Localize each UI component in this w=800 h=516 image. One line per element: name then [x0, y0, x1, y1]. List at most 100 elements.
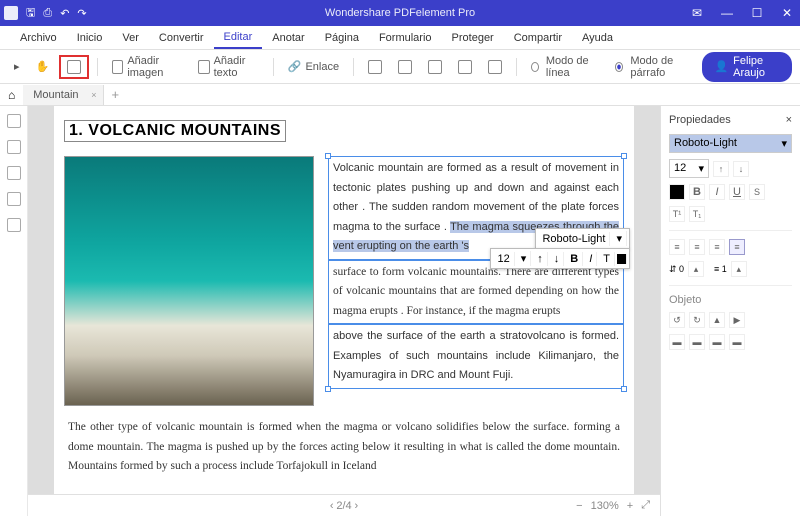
titlebar: 🖫 ⎙ ↶ ↷ Wondershare PDFelement Pro ✉ — ☐…	[0, 0, 800, 26]
bold-button[interactable]: B	[689, 184, 705, 200]
tool-icon-5[interactable]	[482, 57, 508, 77]
align-center-icon[interactable]: ≡	[689, 239, 705, 255]
align-left-icon[interactable]: ≡	[669, 239, 685, 255]
italic-icon[interactable]: I	[585, 252, 597, 266]
underline-button[interactable]: U	[729, 184, 745, 200]
user-button[interactable]: 👤Felipe Araujo	[702, 52, 792, 82]
lineheight-stepper[interactable]: ▴	[731, 261, 747, 277]
close-icon[interactable]: ✕	[778, 6, 796, 20]
menu-compartir[interactable]: Compartir	[504, 28, 572, 48]
home-icon[interactable]: ⌂	[0, 88, 23, 102]
spacing-stepper[interactable]: ▴	[688, 261, 704, 277]
flip-h-icon[interactable]: ▶	[729, 312, 745, 328]
app-title: Wondershare PDFelement Pro	[325, 7, 475, 19]
menu-anotar[interactable]: Anotar	[262, 28, 314, 48]
add-tab-button[interactable]: +	[104, 87, 128, 102]
font-family-select[interactable]: Roboto-Light▾	[669, 134, 792, 153]
panel-title: Propiedades	[669, 114, 731, 126]
italic-button[interactable]: I	[709, 184, 725, 200]
tool-icon-2[interactable]	[392, 57, 418, 77]
maximize-icon[interactable]: ☐	[748, 6, 766, 20]
save-icon[interactable]: 🖫	[26, 4, 35, 23]
mode-para-radio[interactable]: Modo de párrafo	[609, 52, 698, 82]
obj-align-2[interactable]: ▬	[689, 334, 705, 350]
search-icon[interactable]	[7, 192, 21, 206]
flip-v-icon[interactable]: ▲	[709, 312, 725, 328]
font-size-select[interactable]: 12▾	[669, 159, 709, 178]
menu-convertir[interactable]: Convertir	[149, 28, 214, 48]
color-swatch[interactable]	[617, 254, 627, 264]
font-increase-icon[interactable]: ↑	[713, 161, 729, 177]
align-right-icon[interactable]: ≡	[709, 239, 725, 255]
add-text-button[interactable]: Añadir texto	[192, 52, 265, 82]
rotate-right-icon[interactable]: ↻	[689, 312, 705, 328]
strike-button[interactable]: S	[749, 184, 765, 200]
thumbnail-icon[interactable]	[7, 114, 21, 128]
decrease-icon[interactable]: ↓	[550, 252, 565, 266]
bookmark-icon[interactable]	[7, 140, 21, 154]
menu-inicio[interactable]: Inicio	[67, 28, 113, 48]
object-section-label: Objeto	[669, 294, 792, 306]
crop-icon[interactable]	[362, 57, 388, 77]
color-icon[interactable]	[669, 184, 685, 200]
menu-proteger[interactable]: Proteger	[442, 28, 504, 48]
menu-pagina[interactable]: Página	[315, 28, 369, 48]
lower-text[interactable]: The other type of volcanic mountain is f…	[64, 418, 624, 477]
menu-editar[interactable]: Editar	[214, 27, 263, 49]
minimize-icon[interactable]: —	[718, 6, 736, 20]
toolbar: ▸ ✋ Añadir imagen Añadir texto 🔗Enlace M…	[0, 50, 800, 84]
floating-format-toolbar[interactable]: Roboto-Light▾	[535, 228, 630, 249]
fit-icon[interactable]: ⤢	[641, 499, 650, 512]
page[interactable]: 1. VOLCANIC MOUNTAINS Volcanic mountain …	[54, 106, 634, 516]
prev-page-icon[interactable]: ‹	[330, 500, 334, 512]
volcanic-image[interactable]	[64, 156, 314, 406]
font-decrease-icon[interactable]: ↓	[733, 161, 749, 177]
app-icon	[4, 6, 18, 20]
menu-archivo[interactable]: Archivo	[10, 28, 67, 48]
tool-icon-4[interactable]	[452, 57, 478, 77]
edit-tool[interactable]	[59, 55, 89, 79]
obj-align-1[interactable]: ▬	[669, 334, 685, 350]
menu-ver[interactable]: Ver	[112, 28, 149, 48]
font-select[interactable]: Roboto-Light	[538, 232, 610, 246]
next-page-icon[interactable]: ›	[354, 500, 358, 512]
zoom-in-icon[interactable]: +	[627, 500, 633, 512]
superscript-button[interactable]: T¹	[669, 206, 685, 222]
add-image-button[interactable]: Añadir imagen	[106, 52, 188, 82]
tool-icon-3[interactable]	[422, 57, 448, 77]
comment-icon[interactable]	[7, 166, 21, 180]
heading[interactable]: 1. VOLCANIC MOUNTAINS	[64, 120, 286, 142]
attachment-icon[interactable]	[7, 218, 21, 232]
print-icon[interactable]: ⎙	[43, 7, 52, 20]
tabbar: ⌂ Mountain× +	[0, 84, 800, 106]
link-button[interactable]: 🔗Enlace	[282, 57, 345, 76]
text-block-3[interactable]: above the surface of the earth a stratov…	[328, 324, 624, 389]
rotate-left-icon[interactable]: ↺	[669, 312, 685, 328]
subscript-button[interactable]: T₁	[689, 206, 705, 222]
hand-tool[interactable]: ✋	[30, 57, 56, 76]
align-justify-icon[interactable]: ≡	[729, 239, 745, 255]
increase-icon[interactable]: ↑	[533, 252, 548, 266]
text-block-2[interactable]: surface to form volcanic mountains. Ther…	[328, 260, 624, 325]
mode-line-radio[interactable]: Modo de línea	[525, 52, 606, 82]
zoom-level: 130%	[591, 500, 619, 512]
close-tab-icon[interactable]: ×	[91, 90, 96, 100]
undo-icon[interactable]: ↶	[60, 7, 69, 20]
floating-format-toolbar-2[interactable]: 12▾ ↑ ↓ B I T	[490, 248, 630, 269]
select-tool[interactable]: ▸	[8, 57, 26, 76]
canvas[interactable]: 1. VOLCANIC MOUNTAINS Volcanic mountain …	[28, 106, 660, 516]
size-select[interactable]: 12	[493, 252, 514, 266]
obj-align-3[interactable]: ▬	[709, 334, 725, 350]
doc-tab[interactable]: Mountain×	[23, 85, 103, 105]
menubar: Archivo Inicio Ver Convertir Editar Anot…	[0, 26, 800, 50]
properties-panel: Propiedades × Roboto-Light▾ 12▾ ↑ ↓ B I U…	[660, 106, 800, 516]
redo-icon[interactable]: ↷	[77, 7, 86, 20]
bold-icon[interactable]: B	[566, 252, 583, 266]
text-icon[interactable]: T	[599, 252, 615, 266]
notify-icon[interactable]: ✉	[688, 6, 706, 20]
zoom-out-icon[interactable]: −	[576, 500, 582, 512]
menu-formulario[interactable]: Formulario	[369, 28, 442, 48]
panel-close-icon[interactable]: ×	[786, 114, 792, 126]
obj-align-4[interactable]: ▬	[729, 334, 745, 350]
menu-ayuda[interactable]: Ayuda	[572, 28, 623, 48]
